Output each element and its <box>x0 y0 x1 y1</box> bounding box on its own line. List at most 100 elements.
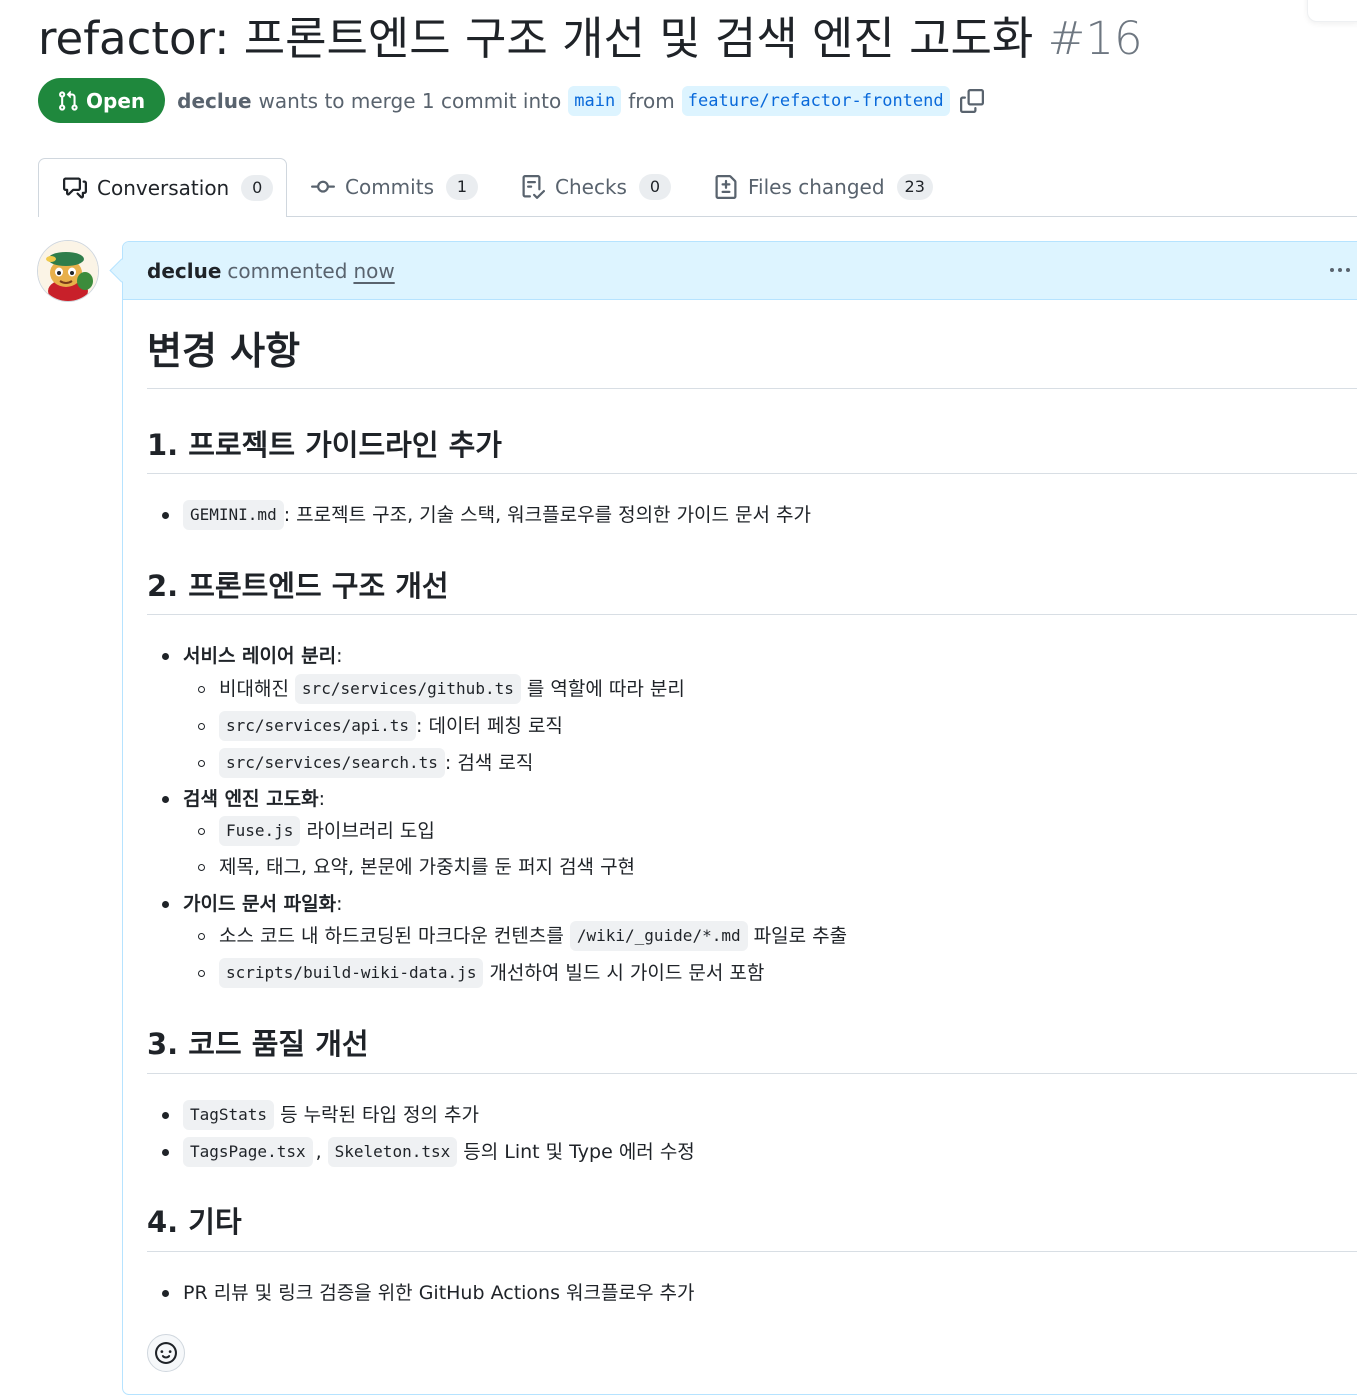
tab-checks[interactable]: Checks 0 <box>521 158 671 216</box>
list-item: GEMINI.md : 프로젝트 구조, 기술 스택, 워크플로우를 정의한 가… <box>183 500 811 530</box>
section-1-heading: 1. 프로젝트 가이드라인 추가 <box>147 428 502 462</box>
git-commit-icon <box>311 180 335 193</box>
code-span: Fuse.js <box>219 816 301 846</box>
list-item: 서비스 레이어 분리: <box>183 641 342 671</box>
tab-checks-count: 0 <box>638 174 671 200</box>
bullet <box>162 796 169 803</box>
smiley-icon <box>155 1342 177 1364</box>
comment-timestamp[interactable]: now <box>353 259 394 283</box>
floating-card-edge <box>1307 0 1357 22</box>
code-span: TagStats <box>183 1100 275 1130</box>
separator: , <box>315 1141 322 1163</box>
pr-number: #16 <box>1047 12 1143 65</box>
pr-tabs: Conversation 0 Commits 1 Checks 0 Files … <box>38 158 1357 217</box>
code-span: src/services/search.ts <box>219 748 445 778</box>
item-title: 가이드 문서 파일화 <box>183 893 337 915</box>
bullet <box>162 653 169 660</box>
sub-bullet <box>198 970 205 977</box>
tab-files-changed[interactable]: Files changed 23 <box>714 158 933 216</box>
merge-description: declue wants to merge 1 commit into main… <box>177 85 950 116</box>
copy-branch-button[interactable] <box>959 88 984 113</box>
kebab-dot <box>1330 268 1334 272</box>
code-span: Skeleton.tsx <box>327 1137 458 1167</box>
tab-commits-count: 1 <box>445 174 478 200</box>
code-span: GEMINI.md <box>183 500 284 530</box>
author-link[interactable]: declue <box>177 89 251 113</box>
bullet <box>162 1290 169 1297</box>
code-span: src/services/api.ts <box>219 711 417 741</box>
page-title: refactor: 프론트엔드 구조 개선 및 검색 엔진 고도화 #16 <box>38 8 1143 70</box>
kebab-dot <box>1346 268 1350 272</box>
file-diff-icon <box>715 175 737 199</box>
item-title: 서비스 레이어 분리 <box>183 645 337 667</box>
item-text: : 검색 로직 <box>444 752 534 774</box>
code-span: /wiki/_guide/*.md <box>569 921 748 951</box>
heading-rule <box>147 1073 1357 1074</box>
copy-icon <box>959 88 984 113</box>
add-reaction-button[interactable] <box>147 1334 185 1372</box>
merge-text: wants to merge 1 commit into <box>258 88 562 113</box>
tab-files-changed-label: Files changed <box>748 175 885 199</box>
comment-box: declue commented now 변경 사항 1. 프로젝트 가이드라인… <box>109 241 1357 1395</box>
comment-action: commented <box>227 258 348 283</box>
base-branch[interactable]: main <box>568 85 622 116</box>
avatar-image <box>38 241 98 301</box>
avatar[interactable] <box>37 240 99 302</box>
bullet <box>162 512 169 519</box>
pr-title-text: refactor: 프론트엔드 구조 개선 및 검색 엔진 고도화 <box>38 12 1034 65</box>
item-text: 개선하여 빌드 시 가이드 문서 포함 <box>489 962 765 984</box>
item-text: : 데이터 페칭 로직 <box>416 715 563 737</box>
item-text: 등 누락된 타입 정의 추가 <box>280 1104 480 1126</box>
tab-conversation-label: Conversation <box>97 176 230 200</box>
item-text: 를 역할에 따라 분리 <box>526 678 685 700</box>
bullet <box>162 901 169 908</box>
from-text: from <box>628 88 675 113</box>
sub-bullet <box>198 760 205 767</box>
sub-list-item: 비대해진 src/services/github.ts 를 역할에 따라 분리 <box>219 674 685 704</box>
heading-rule <box>147 1251 1357 1252</box>
head-branch[interactable]: feature/refactor-frontend <box>681 85 950 116</box>
list-item: TagStats 등 누락된 타입 정의 추가 <box>183 1100 479 1130</box>
tab-conversation[interactable]: Conversation 0 <box>38 158 287 217</box>
sub-bullet <box>198 864 205 871</box>
sub-list-item: src/services/api.ts : 데이터 페칭 로직 <box>219 711 563 741</box>
comment-options-button[interactable] <box>1325 257 1355 283</box>
colon: : <box>336 893 343 915</box>
tab-checks-label: Checks <box>555 175 627 199</box>
item-text: PR 리뷰 및 링크 검증을 위한 GitHub Actions 워크플로우 추… <box>183 1282 695 1304</box>
body-heading: 변경 사항 <box>147 329 301 373</box>
sub-list-item: Fuse.js 라이브러리 도입 <box>219 816 435 846</box>
tab-commits-label: Commits <box>345 175 434 199</box>
bullet <box>162 1112 169 1119</box>
pull-request-page: refactor: 프론트엔드 구조 개선 및 검색 엔진 고도화 #16 Op… <box>0 0 1357 1396</box>
item-text: 등의 Lint 및 Type 에러 수정 <box>463 1141 695 1163</box>
comment-pointer <box>109 258 134 283</box>
tab-files-changed-count: 23 <box>896 174 933 200</box>
sub-list-item: src/services/search.ts : 검색 로직 <box>219 748 533 778</box>
list-item: 가이드 문서 파일화: <box>183 889 342 919</box>
colon: : <box>318 788 325 810</box>
section-3-heading: 3. 코드 품질 개선 <box>147 1027 369 1061</box>
sub-bullet <box>198 933 205 940</box>
list-item: 검색 엔진 고도화: <box>183 784 325 814</box>
sub-list-item: 제목, 태그, 요약, 본문에 가중치를 둔 퍼지 검색 구현 <box>219 852 635 882</box>
comment-author[interactable]: declue <box>147 259 221 283</box>
tab-conversation-count: 0 <box>241 175 274 201</box>
list-item: PR 리뷰 및 링크 검증을 위한 GitHub Actions 워크플로우 추… <box>183 1278 694 1308</box>
code-span: TagsPage.tsx <box>183 1137 313 1167</box>
item-text: 제목, 태그, 요약, 본문에 가중치를 둔 퍼지 검색 구현 <box>219 856 636 878</box>
pr-meta: Open declue wants to merge 1 commit into… <box>38 78 984 123</box>
heading-rule <box>147 473 1357 474</box>
code-span: scripts/build-wiki-data.js <box>219 958 484 988</box>
tab-commits[interactable]: Commits 1 <box>311 158 478 216</box>
bullet <box>162 1149 169 1156</box>
item-text: : 프로젝트 구조, 기술 스택, 워크플로우를 정의한 가이드 문서 추가 <box>283 504 812 526</box>
heading-rule <box>147 614 1357 615</box>
state-label: Open <box>86 88 146 113</box>
list-item: TagsPage.tsx , Skeleton.tsx 등의 Lint 및 Ty… <box>183 1137 695 1167</box>
comment-discussion-icon <box>63 177 87 199</box>
colon: : <box>336 645 343 667</box>
sub-bullet <box>198 828 205 835</box>
state-badge: Open <box>38 78 166 123</box>
comment-header: declue commented now <box>109 242 1357 300</box>
